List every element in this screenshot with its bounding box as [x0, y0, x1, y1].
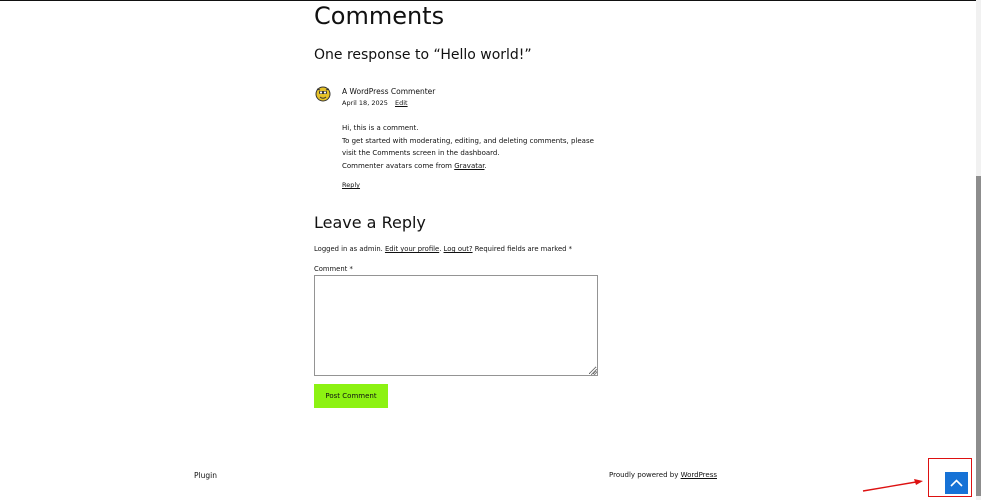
footer-credit: Proudly powered by WordPress	[609, 471, 717, 479]
reply-form-heading: Leave a Reply	[314, 213, 426, 232]
scroll-to-top-button[interactable]	[945, 472, 968, 494]
commenter-avatar-icon	[315, 86, 331, 102]
required-fields-text: Required fields are marked *	[472, 245, 572, 253]
comment-body: Hi, this is a comment. To get started wi…	[342, 122, 602, 172]
gravatar-link[interactable]: Gravatar	[454, 162, 484, 170]
comments-heading: Comments	[314, 2, 445, 30]
comment-body-line: To get started with moderating, editing,…	[342, 136, 594, 158]
vertical-scrollbar[interactable]	[976, 0, 981, 500]
footer-site-title[interactable]: Plugin	[194, 471, 217, 480]
textarea-resize-handle[interactable]	[591, 369, 597, 375]
logged-in-text: Logged in as admin.	[314, 245, 385, 253]
footer-credit-text: Proudly powered by	[609, 471, 681, 479]
post-comment-button[interactable]: Post Comment	[314, 384, 388, 408]
annotation-arrow-icon	[862, 479, 923, 492]
comment-reply-link[interactable]: Reply	[342, 181, 360, 189]
comment-body-line: Commenter avatars come from Gravatar.	[342, 160, 602, 173]
comment-date[interactable]: April 18, 2025	[342, 99, 388, 107]
scrollbar-thumb[interactable]	[976, 176, 981, 496]
logout-link[interactable]: Log out?	[444, 245, 473, 253]
comment-field-label: Comment *	[314, 265, 353, 273]
comment-body-text: .	[484, 161, 487, 170]
page-top-border	[0, 0, 976, 1]
edit-profile-link[interactable]: Edit your profile	[385, 245, 439, 253]
comment-textarea[interactable]	[314, 275, 598, 376]
chevron-up-icon	[950, 479, 963, 487]
comment-body-line: Hi, this is a comment.	[342, 124, 419, 132]
logged-in-notice: Logged in as admin. Edit your profile. L…	[314, 245, 572, 253]
comment-author[interactable]: A WordPress Commenter	[342, 87, 435, 96]
wordpress-link[interactable]: WordPress	[681, 471, 717, 479]
comment-edit-link[interactable]: Edit	[395, 99, 408, 107]
comment-body-text: Commenter avatars come from	[342, 161, 455, 170]
comments-response-title: One response to “Hello world!”	[314, 47, 532, 63]
